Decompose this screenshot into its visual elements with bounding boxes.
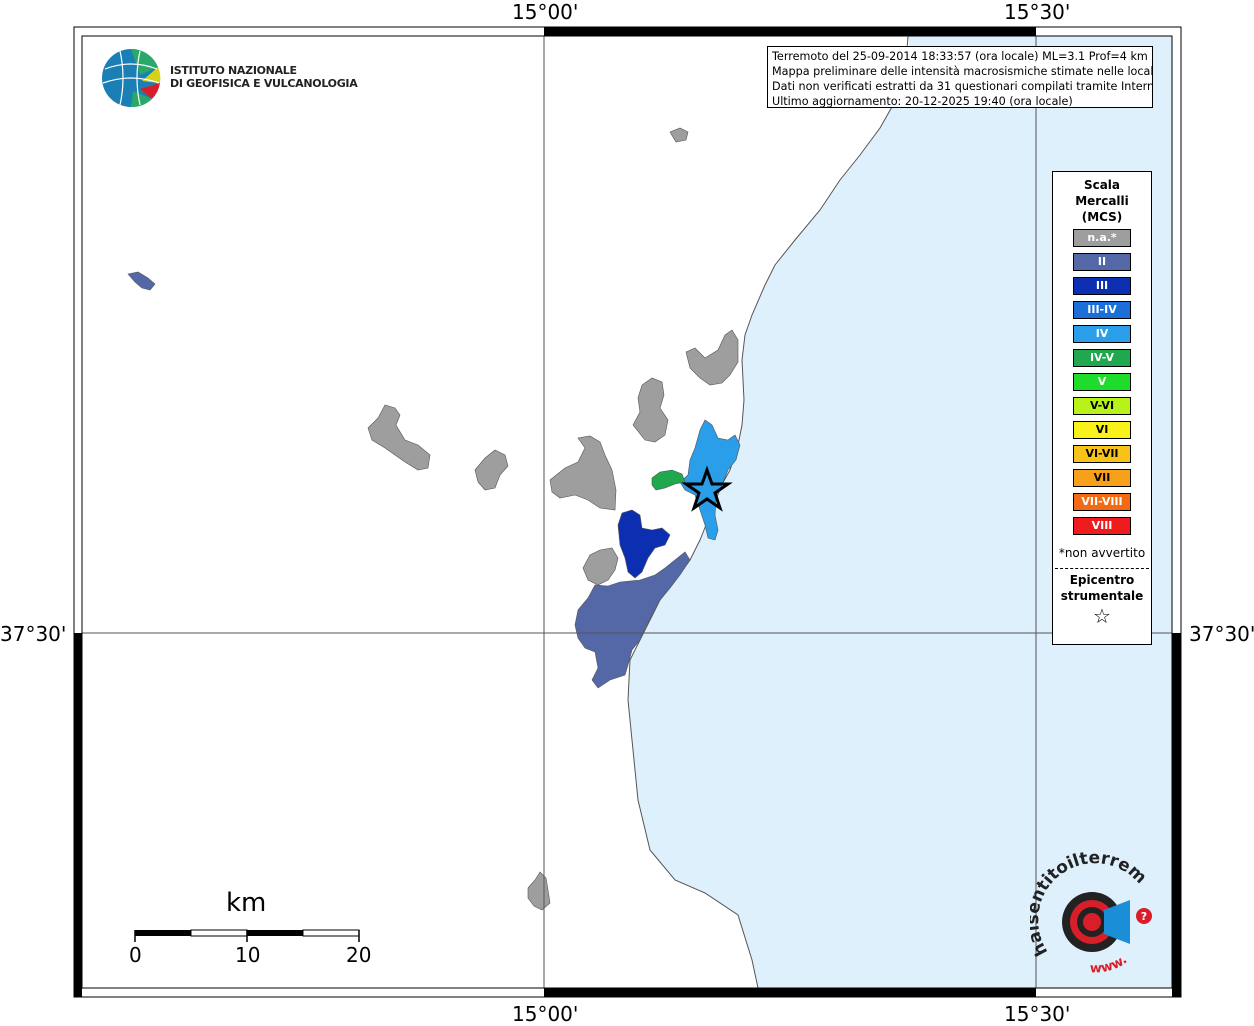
locality-intensity-iv-v [651, 469, 686, 491]
legend-item-v-vi: V-VI [1073, 397, 1131, 415]
scale-bar [134, 929, 360, 942]
legend-epicenter-line2: strumentale [1060, 589, 1144, 603]
scale-label-20: 20 [346, 943, 372, 967]
locality-intensity-iii [617, 509, 671, 579]
event-info-line2: Mappa preliminare delle intensità macros… [772, 65, 1153, 78]
legend-title-line3: (MCS) [1081, 210, 1123, 224]
legend-item-vii-viii: VII-VIII [1073, 493, 1131, 511]
legend-divider [1055, 568, 1149, 569]
legend-title-line1: Scala [1083, 178, 1121, 192]
scale-label-0: 0 [129, 943, 142, 967]
svg-text:www.: www. [1090, 952, 1130, 976]
legend-epicenter-line1: Epicentro [1069, 573, 1135, 587]
legend-star-icon: ☆ [1093, 604, 1111, 628]
scale-label-10: 10 [235, 943, 261, 967]
haisentito-logo-icon[interactable]: haisentitoilterremoto.it www. ? [1030, 852, 1170, 982]
legend-item-iii: III [1073, 277, 1131, 295]
legend-item-vi: VI [1073, 421, 1131, 439]
intensity-legend: Scala Mercalli (MCS) n.a.* II III III-IV IV I… [1052, 171, 1152, 645]
legend-item-vii: VII [1073, 469, 1131, 487]
legend-item-ii: II [1073, 253, 1131, 271]
legend-item-v: V [1073, 373, 1131, 391]
legend-item-iv-v: IV-V [1073, 349, 1131, 367]
legend-item-vi-vii: VI-VII [1073, 445, 1131, 463]
legend-item-iv: IV [1073, 325, 1131, 343]
ingv-name: ISTITUTO NAZIONALE DI GEOFISICA E VULCAN… [170, 64, 358, 90]
event-info-box: Terremoto del 25-09-2014 18:33:57 (ora l… [767, 46, 1153, 108]
scale-unit: km [226, 888, 267, 918]
legend-title-line2: Mercalli [1075, 194, 1129, 208]
legend-title: Scala Mercalli (MCS) [1053, 177, 1151, 225]
event-info-line1: Terremoto del 25-09-2014 18:33:57 (ora l… [772, 50, 1148, 63]
legend-note: *non avvertito [1058, 546, 1146, 560]
legend-epicenter: Epicentro strumentale ☆ [1053, 572, 1151, 628]
event-info-line4: Ultimo aggiornamento: 20-12-2025 19:40 (… [772, 95, 1073, 108]
ingv-name-line2: DI GEOFISICA E VULCANOLOGIA [170, 77, 358, 90]
legend-item-iii-iv: III-IV [1073, 301, 1131, 319]
ingv-logo-icon [102, 48, 161, 108]
legend-item-n-a: n.a.* [1073, 229, 1131, 247]
legend-item-viii: VIII [1073, 517, 1131, 535]
event-info-line3: Dati non verificati estratti da 31 quest… [772, 80, 1153, 93]
haisentito-logo-www: www. [1090, 952, 1130, 976]
svg-text:?: ? [1141, 910, 1147, 923]
ingv-name-line1: ISTITUTO NAZIONALE [170, 64, 297, 77]
